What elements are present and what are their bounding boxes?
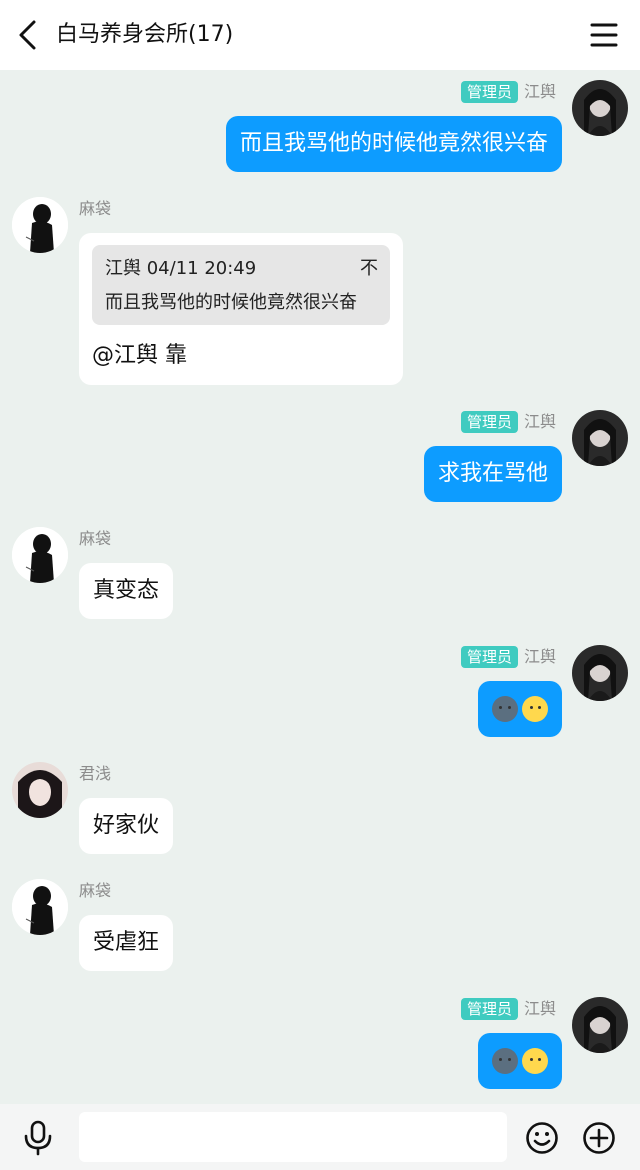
avatar[interactable]	[572, 997, 628, 1053]
message-meta: 管理员 江舆	[460, 80, 556, 104]
quote-author: 江舆	[105, 258, 141, 279]
admin-badge: 管理员	[460, 81, 518, 103]
admin-badge: 管理员	[460, 411, 518, 433]
avatar[interactable]	[12, 762, 68, 818]
quoted-message[interactable]: 江舆 04/11 20:49 不 而且我骂他的时候他竟然很兴奋	[92, 245, 390, 325]
full-moon-face-icon	[522, 696, 548, 722]
message-bubble[interactable]: 江舆 04/11 20:49 不 而且我骂他的时候他竟然很兴奋 @江舆 靠	[79, 233, 403, 385]
chat-title: 白马养身会所(17)	[56, 22, 234, 47]
sender-name: 江舆	[523, 999, 556, 1018]
sender-name: 君浅	[79, 764, 112, 783]
avatar[interactable]	[12, 197, 68, 253]
message-bubble[interactable]	[478, 1033, 562, 1089]
avatar[interactable]	[12, 527, 68, 583]
smiley-icon[interactable]	[525, 1121, 559, 1155]
sender-name: 江舆	[523, 82, 556, 101]
sender-name: 麻袋	[79, 529, 112, 548]
full-moon-face-icon	[522, 1048, 548, 1074]
admin-badge: 管理员	[460, 646, 518, 668]
pin-top-icon[interactable]: 不	[360, 257, 378, 281]
message-bubble[interactable]: 好家伙	[79, 798, 174, 854]
menu-button[interactable]	[590, 22, 618, 48]
message-input[interactable]	[79, 1112, 507, 1162]
sender-name: 麻袋	[79, 199, 112, 218]
plus-circle-icon[interactable]	[582, 1121, 616, 1155]
quote-time: 04/11 20:49	[146, 258, 257, 279]
quote-text: 而且我骂他的时候他竟然很兴奋	[105, 292, 357, 313]
message-meta: 管理员 江舆	[460, 997, 556, 1021]
message-bubble[interactable]: 而且我骂他的时候他竟然很兴奋	[225, 116, 562, 172]
message-text: @江舆 靠	[92, 343, 187, 368]
avatar[interactable]	[572, 410, 628, 466]
chat-header: 白马养身会所(17)	[0, 0, 640, 70]
avatar[interactable]	[12, 879, 68, 935]
admin-badge: 管理员	[460, 998, 518, 1020]
message-list[interactable]: 管理员 江舆 而且我骂他的时候他竟然很兴奋 麻袋 江舆 04/11 20:49 …	[0, 70, 640, 1104]
message-meta: 管理员 江舆	[460, 410, 556, 434]
message-bubble[interactable]: 受虐狂	[79, 915, 174, 971]
input-bar	[0, 1104, 640, 1170]
new-moon-face-icon	[492, 696, 518, 722]
sender-name: 江舆	[523, 647, 556, 666]
message-bubble[interactable]	[478, 681, 562, 737]
sender-name: 江舆	[523, 412, 556, 431]
avatar[interactable]	[572, 645, 628, 701]
sender-name: 麻袋	[79, 881, 112, 900]
microphone-icon[interactable]	[22, 1120, 54, 1156]
new-moon-face-icon	[492, 1048, 518, 1074]
back-button[interactable]	[14, 18, 44, 52]
message-bubble[interactable]: 求我在骂他	[423, 446, 562, 502]
message-meta: 管理员 江舆	[460, 645, 556, 669]
avatar[interactable]	[572, 80, 628, 136]
message-bubble[interactable]: 真变态	[79, 563, 174, 619]
